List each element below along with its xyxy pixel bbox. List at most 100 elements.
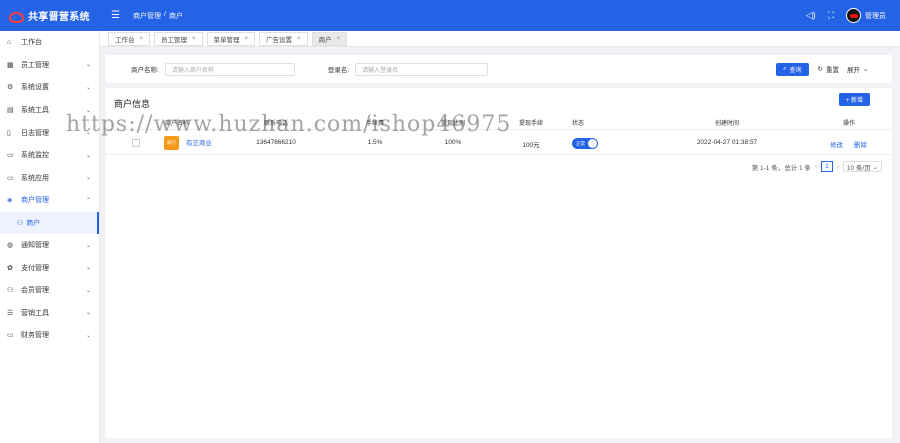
chevron-down-icon: ⌄ [85,130,91,137]
page-size-label: 10 条/页 [846,164,871,172]
column-header-actions: 操作 [842,121,856,127]
brand: 共享晋营系统 [0,0,100,31]
sidebar-subitem-merchant[interactable]: ⚇ 商户 [0,211,99,234]
sidebar-item-members[interactable]: ⚇ 会员管理 ⌄ [0,279,99,302]
sidebar-item-apps[interactable]: ▭ 系统应用 ⌄ [0,167,99,190]
tab-ads[interactable]: 广告设置 × [259,31,308,46]
column-header-name: 商户名称 [164,121,190,127]
reset-button[interactable]: ↻ 重置 [814,63,843,76]
sound-icon[interactable]: ◁) [806,10,816,21]
table-title: 商户信息 [114,99,151,109]
sidebar-item-label: 系统工具 [21,107,49,115]
sidebar-item-label: 营销工具 [21,309,49,317]
prev-page-icon[interactable]: ‹ [815,163,817,170]
sidebar-item-monitor[interactable]: ▭ 系统监控 ⌄ [0,144,99,167]
breadcrumb-parent[interactable]: 商户管理 [133,11,161,21]
chevron-down-icon: ⌄ [85,84,91,91]
tab-merchant[interactable]: 商户 × [311,31,348,46]
chevron-down-icon: ⌄ [85,287,91,294]
row-checkbox[interactable] [132,139,140,147]
page-number[interactable]: 1 [821,161,833,172]
chevron-down-icon: ⌄ [870,163,878,171]
bell-icon: ◍ [7,242,14,250]
sidebar-item-logs[interactable]: ▯ 日志管理 ⌄ [0,121,99,144]
breadcrumb: 商户管理 / 商户 [133,11,183,21]
sidebar-item-marketing[interactable]: ☰ 营销工具 ⌄ [0,302,99,325]
home-icon: ⌂ [7,38,12,46]
tab-staff[interactable]: 员工管理 × [154,31,203,46]
tab-menu[interactable]: 菜单管理 × [206,31,256,46]
sidebar-item-dashboard[interactable]: ⌂ 工作台 [0,31,99,54]
menu-toggle-icon[interactable]: ☰ [111,10,123,21]
sidebar-item-label: 会员管理 [21,287,49,295]
add-merchant-button[interactable]: + 新增 [838,93,870,106]
fullscreen-icon[interactable]: ⛶ [828,10,834,21]
sidebar-item-label: 系统应用 [21,174,49,182]
table-header: 商户名称 联系电话 手续费 提现比例 提现手续 状态 创建时间 操作 [106,114,892,130]
chevron-down-icon: ⌄ [85,62,91,69]
filter-bar: 商户名称: 请输入商户名称 登录名: 请输入登录名 ⌕ 查询 ↻ 重置 展开 ⌄ [106,55,892,83]
search-button-label: 查询 [789,67,802,74]
tab-dashboard[interactable]: 工作台 × [108,31,151,46]
account-label: 登录名: [327,67,350,74]
sidebar-item-system-settings[interactable]: ⚙ 系统设置 ⌄ [0,76,99,99]
list-icon: ☰ [7,309,14,317]
app-title: 共享晋营系统 [28,12,90,23]
merchant-name-link[interactable]: 有正商业 [186,137,212,147]
chevron-down-icon: ⌄ [85,310,91,317]
chevron-down-icon: ⌄ [85,175,91,182]
chevron-down-icon: ⌄ [85,152,91,159]
sidebar-item-label: 通知管理 [21,242,49,250]
merchant-name-input[interactable]: 请输入商户名称 [164,62,295,76]
expand-button[interactable]: 展开 ⌄ [843,63,872,76]
sidebar-item-label: 员工管理 [21,61,49,69]
merchant-phone: 13647666210 [256,139,296,146]
search-button[interactable]: ⌕ 查询 [776,62,809,76]
users-icon: ⚇ [17,219,24,227]
close-icon[interactable]: × [337,36,341,42]
close-icon[interactable]: × [297,36,301,42]
header-actions: ◁) ⛶ 管理员 [806,8,900,23]
chevron-down-icon: ⌄ [85,242,91,249]
pagination-summary: 第 1-1 条，总计 1 条 [751,164,811,172]
sidebar-item-label: 系统设置 [21,84,49,92]
sidebar-item-notifications[interactable]: ◍ 通知管理 ⌄ [0,234,99,257]
page-size-select[interactable]: 10 条/页 ⌄ [842,161,882,172]
sidebar-item-finance[interactable]: ▭ 财务管理 ⌄ [0,324,99,347]
close-icon[interactable]: × [140,36,144,42]
search-icon: ⌕ [783,65,787,72]
user-name[interactable]: 管理员 [865,11,886,21]
close-icon[interactable]: × [192,36,196,42]
tab-label: 工作台 [115,36,135,44]
grid-icon: ▦ [7,61,14,69]
avatar[interactable] [846,8,861,23]
sidebar-item-merchant-management[interactable]: ◈ 商户管理 ⌃ [0,189,99,212]
column-header-fee: 手续费 [365,121,385,127]
finance-icon: ▭ [7,332,14,340]
chevron-down-icon: ⌄ [85,332,91,339]
breadcrumb-current: 商户 [168,12,183,20]
account-input[interactable]: 请输入登录名 [355,62,489,76]
column-header-ratio: 提现比例 [440,121,466,127]
close-icon[interactable]: × [245,36,249,42]
tab-label: 广告设置 [266,36,293,44]
sidebar-item-staff[interactable]: ▦ 员工管理 ⌄ [0,54,99,77]
sidebar: ⌂ 工作台 ▦ 员工管理 ⌄ ⚙ 系统设置 ⌄ ▤ 系统工具 ⌄ ▯ 日志管理 … [0,31,100,443]
delete-link[interactable]: 删除 [854,139,867,149]
table-row: 商户 有正商业 13647666210 1.5% 100% 100元 正常 20… [106,131,892,155]
members-icon: ⚇ [7,287,14,295]
sidebar-item-label: 系统监控 [21,152,49,160]
app-icon: ▭ [7,174,14,182]
sidebar-subitem-label: 商户 [26,219,41,227]
edit-link[interactable]: 修改 [830,139,843,149]
gear-icon: ⚙ [7,84,14,92]
status-toggle[interactable]: 正常 [572,138,598,149]
column-header-phone: 联系电话 [263,121,289,127]
merchant-created-time: 2022-04-27 01:38:57 [696,139,758,146]
sidebar-item-payments[interactable]: ✿ 支付管理 ⌄ [0,256,99,279]
column-header-status: 状态 [571,121,585,127]
next-page-icon[interactable]: › [837,163,839,170]
merchant-icon: ◈ [7,197,13,205]
sidebar-item-system-tools[interactable]: ▤ 系统工具 ⌄ [0,99,99,122]
pagination: 第 1-1 条，总计 1 条 ‹ 1 › 10 条/页 ⌄ [752,161,882,172]
